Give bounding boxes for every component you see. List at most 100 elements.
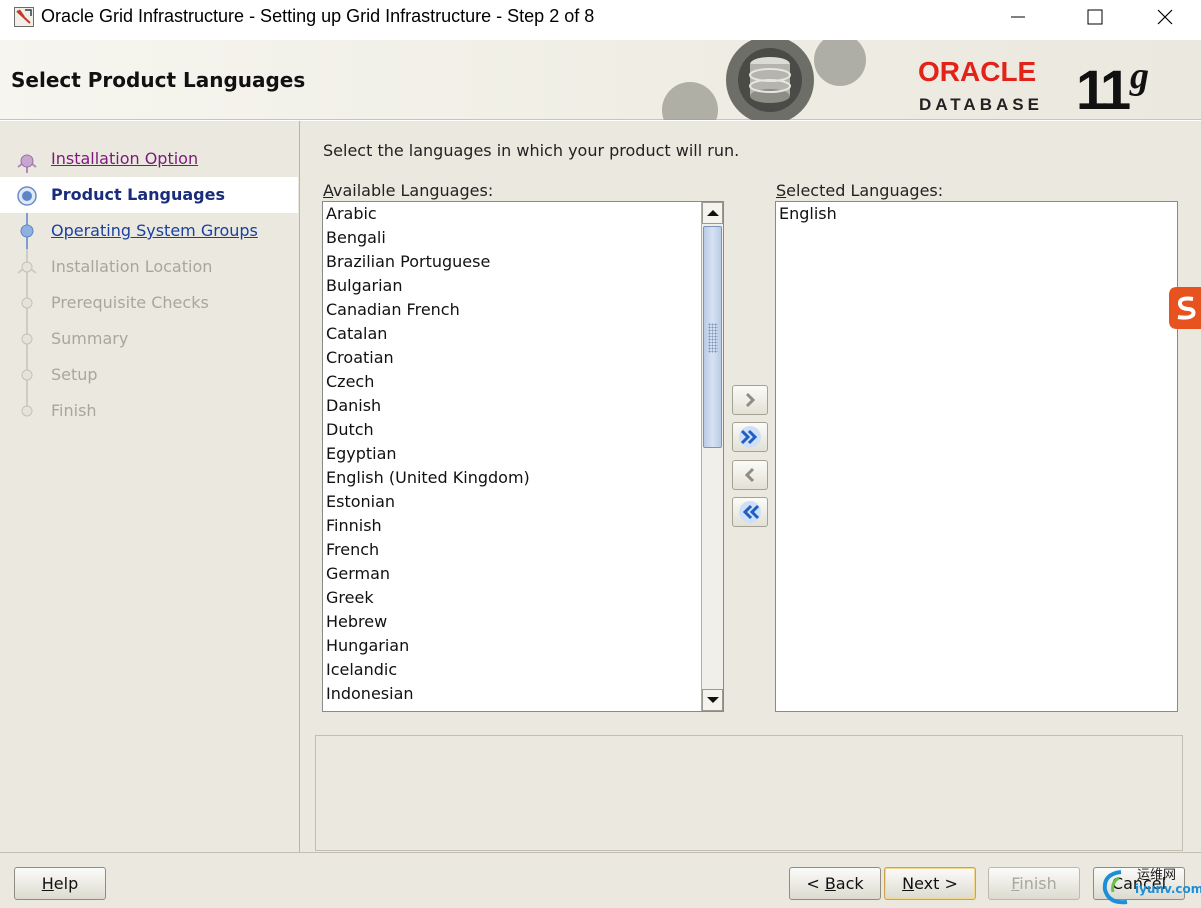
step-summary: Summary xyxy=(0,321,298,357)
footer-divider xyxy=(0,852,1201,853)
available-language-item[interactable]: Egyptian xyxy=(323,442,723,466)
available-language-item[interactable]: Finnish xyxy=(323,514,723,538)
available-language-item[interactable]: Bengali xyxy=(323,226,723,250)
finish-button: Finish xyxy=(988,867,1080,900)
version-suffix: g xyxy=(1130,55,1149,97)
minimize-button[interactable] xyxy=(989,0,1059,34)
step-done-icon xyxy=(17,154,37,173)
mnemonic: A xyxy=(323,181,334,200)
available-languages-items: Arabic Bengali Brazilian Portuguese Bulgari… xyxy=(323,202,723,706)
step-disabled-icon xyxy=(21,321,33,357)
selected-language-item[interactable]: English xyxy=(776,202,1177,226)
add-selected-button[interactable] xyxy=(732,385,768,415)
chevron-left-icon xyxy=(744,467,755,483)
page-header: Select Product Languages ORACLE DATABASE… xyxy=(0,40,1201,120)
label-text: vailable Languages: xyxy=(333,181,494,200)
help-button[interactable]: Help xyxy=(14,867,106,900)
available-language-item[interactable]: Brazilian Portuguese xyxy=(323,250,723,274)
label-prefix: < xyxy=(806,874,825,893)
available-language-item[interactable]: Catalan xyxy=(323,322,723,346)
available-language-item[interactable]: German xyxy=(323,562,723,586)
watermark-text: 运维网 xyxy=(1137,868,1177,883)
available-language-item[interactable]: Hungarian xyxy=(323,634,723,658)
available-language-item[interactable]: English (United Kingdom) xyxy=(323,466,723,490)
maximize-icon xyxy=(1087,9,1103,25)
step-label: Prerequisite Checks xyxy=(51,293,209,312)
chevron-right-icon xyxy=(745,392,756,408)
back-button[interactable]: < Back xyxy=(789,867,881,900)
database-logo-text: DATABASE xyxy=(919,95,1043,114)
oracle-logo: ORACLE xyxy=(918,56,1037,87)
scroll-up-button[interactable] xyxy=(702,202,723,224)
label-text: ext > xyxy=(914,874,958,893)
label-text: inish xyxy=(1019,874,1057,893)
mnemonic: H xyxy=(41,874,54,893)
available-list-scrollbar[interactable] xyxy=(701,202,723,711)
step-installation-option[interactable]: Installation Option xyxy=(0,141,298,177)
available-language-item[interactable]: Canadian French xyxy=(323,298,723,322)
step-prerequisite-checks: Prerequisite Checks xyxy=(0,285,298,321)
step-disabled-icon xyxy=(21,393,33,417)
step-label: Installation Option xyxy=(51,149,199,168)
available-language-item[interactable]: Croatian xyxy=(323,346,723,370)
instruction-text: Select the languages in which your produ… xyxy=(323,141,740,160)
available-language-item[interactable]: Bulgarian xyxy=(323,274,723,298)
remove-selected-button[interactable] xyxy=(732,460,768,490)
available-language-item[interactable]: Hebrew xyxy=(323,610,723,634)
step-current-icon xyxy=(17,186,37,206)
available-languages-label: Available Languages: xyxy=(323,181,493,200)
available-language-item[interactable]: Indonesian xyxy=(323,682,723,706)
available-language-item[interactable]: Icelandic xyxy=(323,658,723,682)
scroll-down-button[interactable] xyxy=(702,689,723,711)
available-language-item[interactable]: Dutch xyxy=(323,418,723,442)
scroll-thumb[interactable] xyxy=(703,226,722,448)
window-title: Oracle Grid Infrastructure - Setting up … xyxy=(41,6,595,26)
title-bar: Oracle Grid Infrastructure - Setting up … xyxy=(0,0,1201,34)
page-title: Select Product Languages xyxy=(11,68,306,92)
step-disabled-icon xyxy=(21,357,33,393)
gears-database-icon xyxy=(662,40,866,120)
grip-icon xyxy=(708,323,718,353)
available-language-item[interactable]: Estonian xyxy=(323,490,723,514)
selected-languages-list[interactable]: English xyxy=(775,201,1178,712)
remove-all-button[interactable] xyxy=(732,497,768,527)
version-number: 11 xyxy=(1076,58,1131,121)
step-operating-system-groups[interactable]: Operating System Groups xyxy=(0,213,298,249)
step-label: Operating System Groups xyxy=(51,221,258,240)
arrow-down-icon xyxy=(707,697,719,703)
available-language-item[interactable]: Czech xyxy=(323,370,723,394)
available-language-item[interactable]: French xyxy=(323,538,723,562)
input-method-icon[interactable] xyxy=(1169,287,1201,329)
step-product-languages[interactable]: Product Languages xyxy=(0,177,298,213)
available-language-item[interactable]: Danish xyxy=(323,394,723,418)
step-setup: Setup xyxy=(0,357,298,393)
label-text: elp xyxy=(53,874,79,893)
message-pane xyxy=(315,735,1183,851)
label-text: elected Languages: xyxy=(786,181,944,200)
double-chevron-right-icon xyxy=(739,426,761,448)
double-chevron-left-icon xyxy=(739,501,761,523)
step-label: Installation Location xyxy=(51,257,213,276)
step-label: Finish xyxy=(51,401,97,420)
add-all-button[interactable] xyxy=(732,422,768,452)
selected-languages-label: Selected Languages: xyxy=(776,181,943,200)
steps-sidebar: Installation Option Product Languages Op… xyxy=(0,121,300,852)
minimize-icon xyxy=(1011,16,1025,18)
maximize-button[interactable] xyxy=(1060,0,1130,34)
next-button[interactable]: Next > xyxy=(884,867,976,900)
step-disabled-icon xyxy=(17,249,37,285)
step-disabled-icon xyxy=(21,285,33,321)
available-languages-list[interactable]: Arabic Bengali Brazilian Portuguese Bulgari… xyxy=(322,201,724,712)
available-language-item[interactable]: Greek xyxy=(323,586,723,610)
close-button[interactable] xyxy=(1131,0,1201,34)
mnemonic: N xyxy=(902,874,915,893)
step-installation-location: Installation Location xyxy=(0,249,298,285)
step-label: Setup xyxy=(51,365,98,384)
step-label: Product Languages xyxy=(51,185,226,204)
installer-app-icon xyxy=(14,7,34,27)
watermark-url: iyunv.com xyxy=(1135,882,1201,896)
close-icon xyxy=(1157,9,1173,25)
mnemonic: B xyxy=(824,874,836,893)
available-language-item[interactable]: Arabic xyxy=(323,202,723,226)
mnemonic: S xyxy=(776,181,787,200)
